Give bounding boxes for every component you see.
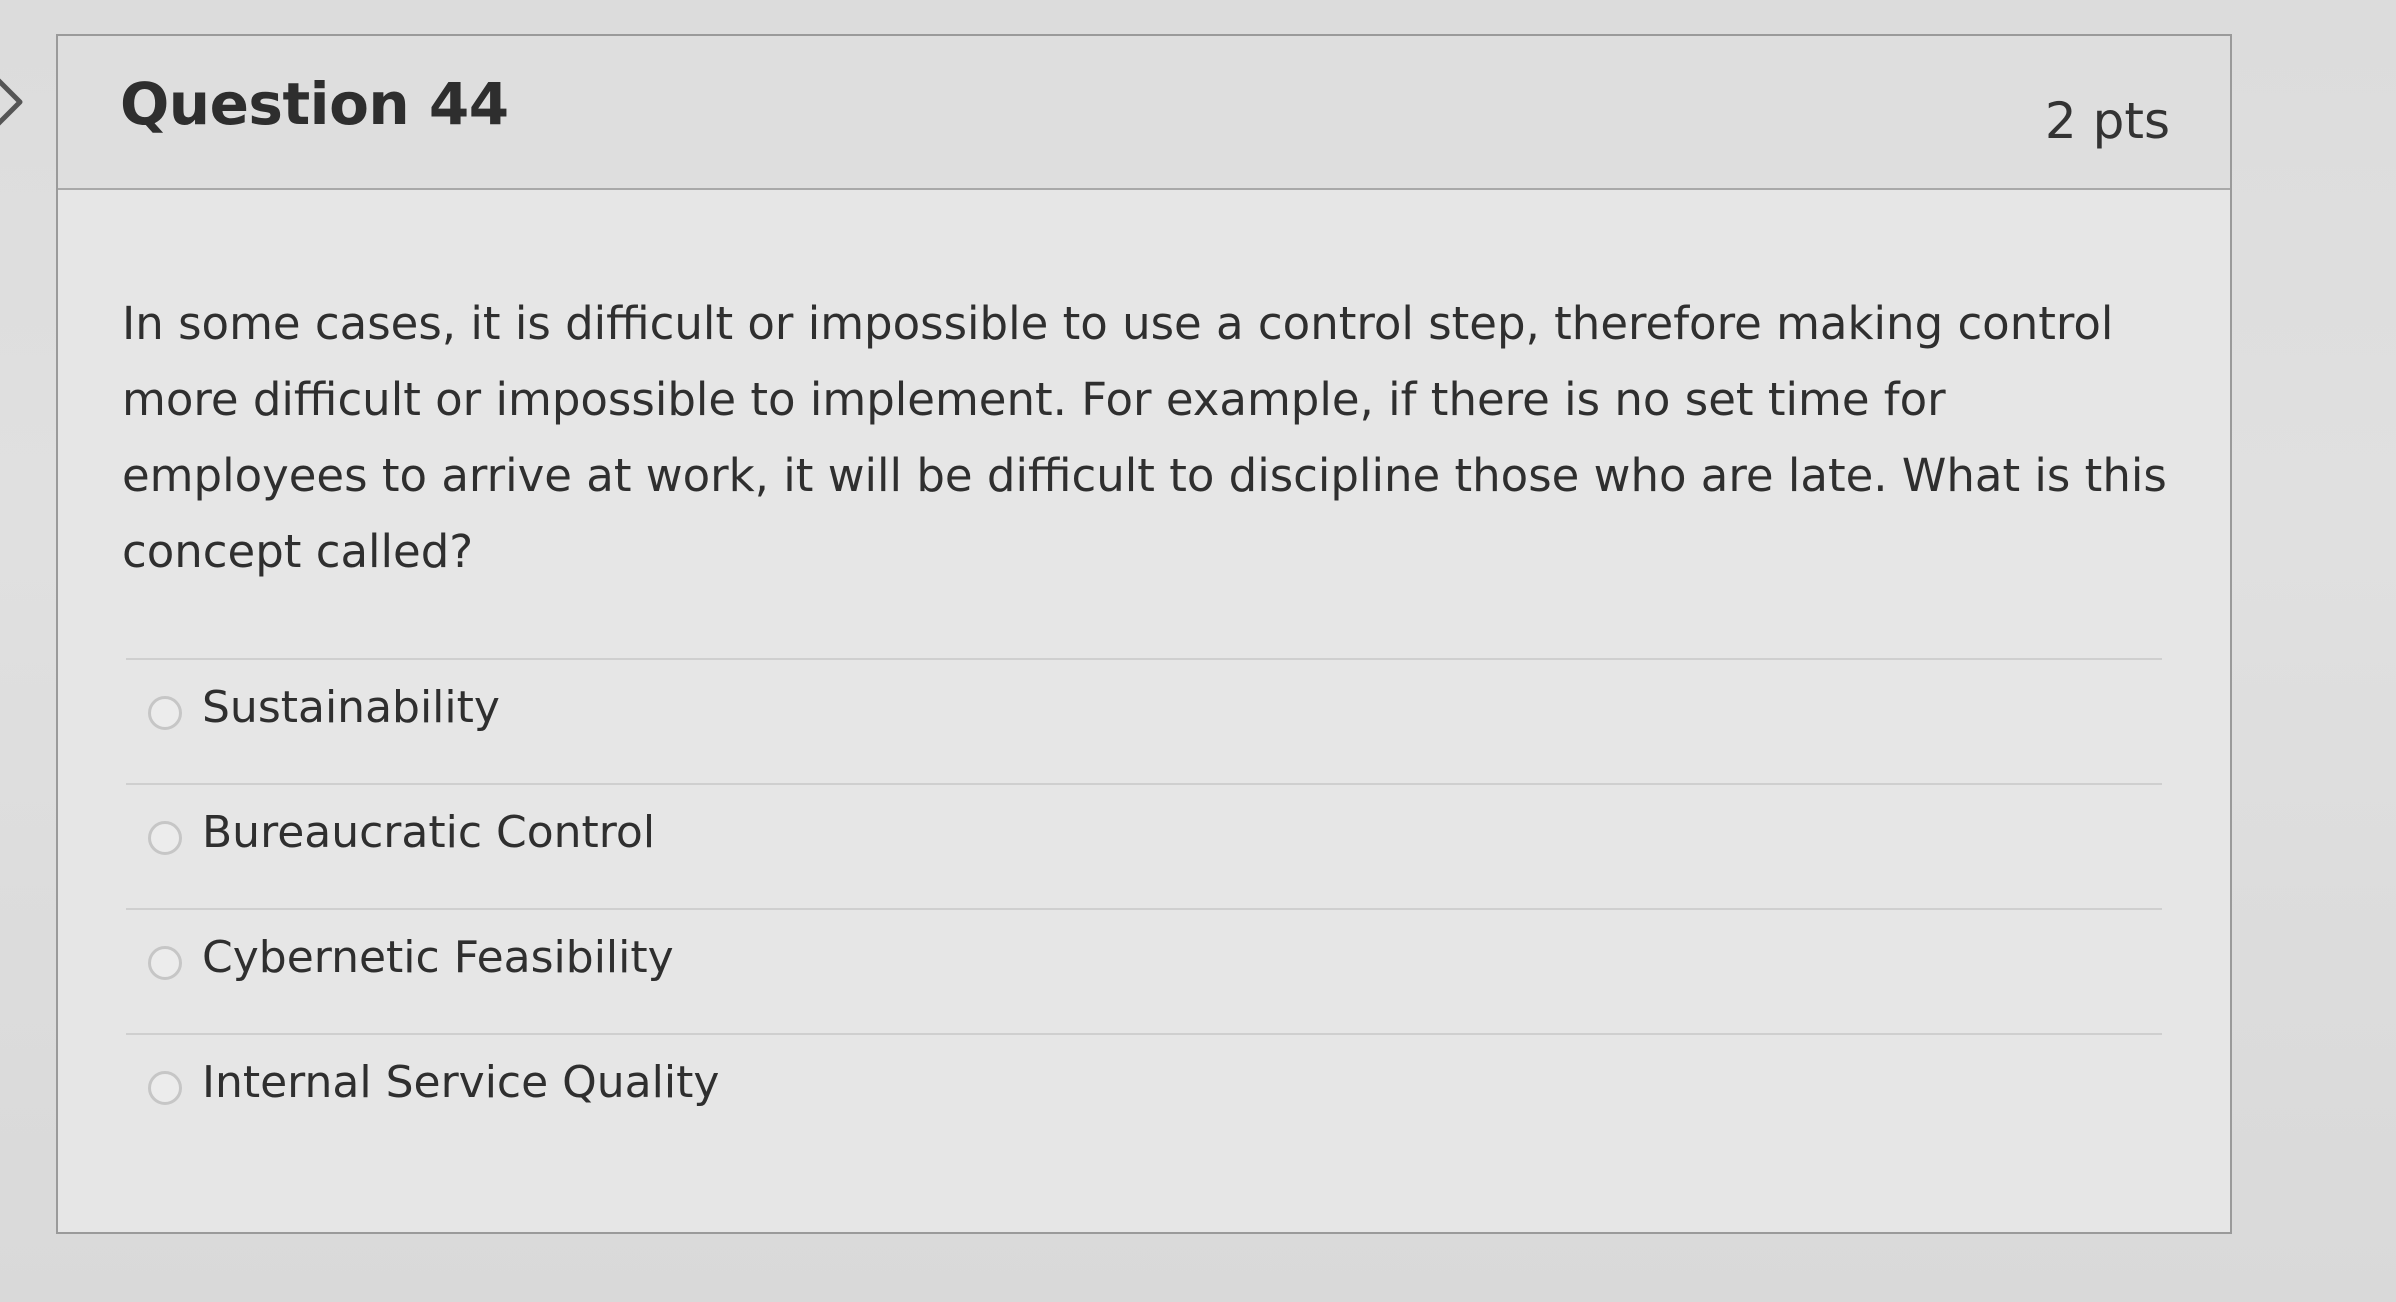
question-header: Question 44 2 pts — [58, 36, 2230, 190]
radio-icon[interactable] — [148, 821, 182, 855]
radio-icon[interactable] — [148, 946, 182, 980]
answer-list: Sustainability Bureaucratic Control Cybe… — [126, 658, 2162, 1158]
answer-label[interactable]: Cybernetic Feasibility — [202, 932, 674, 983]
answer-option-internal-service-quality[interactable]: Internal Service Quality — [126, 1033, 2162, 1158]
answer-option-cybernetic-feasibility[interactable]: Cybernetic Feasibility — [126, 908, 2162, 1033]
question-title: Question 44 — [120, 70, 509, 138]
answer-option-sustainability[interactable]: Sustainability — [126, 658, 2162, 783]
question-text: In some cases, it is difficult or imposs… — [122, 297, 2167, 578]
radio-icon[interactable] — [148, 696, 182, 730]
answer-label[interactable]: Internal Service Quality — [202, 1057, 719, 1108]
question-card: Question 44 2 pts In some cases, it is d… — [56, 34, 2232, 1234]
chevron-right-icon[interactable] — [0, 72, 30, 132]
radio-icon[interactable] — [148, 1071, 182, 1105]
answer-label[interactable]: Sustainability — [202, 682, 500, 733]
answer-option-bureaucratic-control[interactable]: Bureaucratic Control — [126, 783, 2162, 908]
question-points: 2 pts — [2044, 92, 2170, 150]
answer-label[interactable]: Bureaucratic Control — [202, 807, 655, 858]
